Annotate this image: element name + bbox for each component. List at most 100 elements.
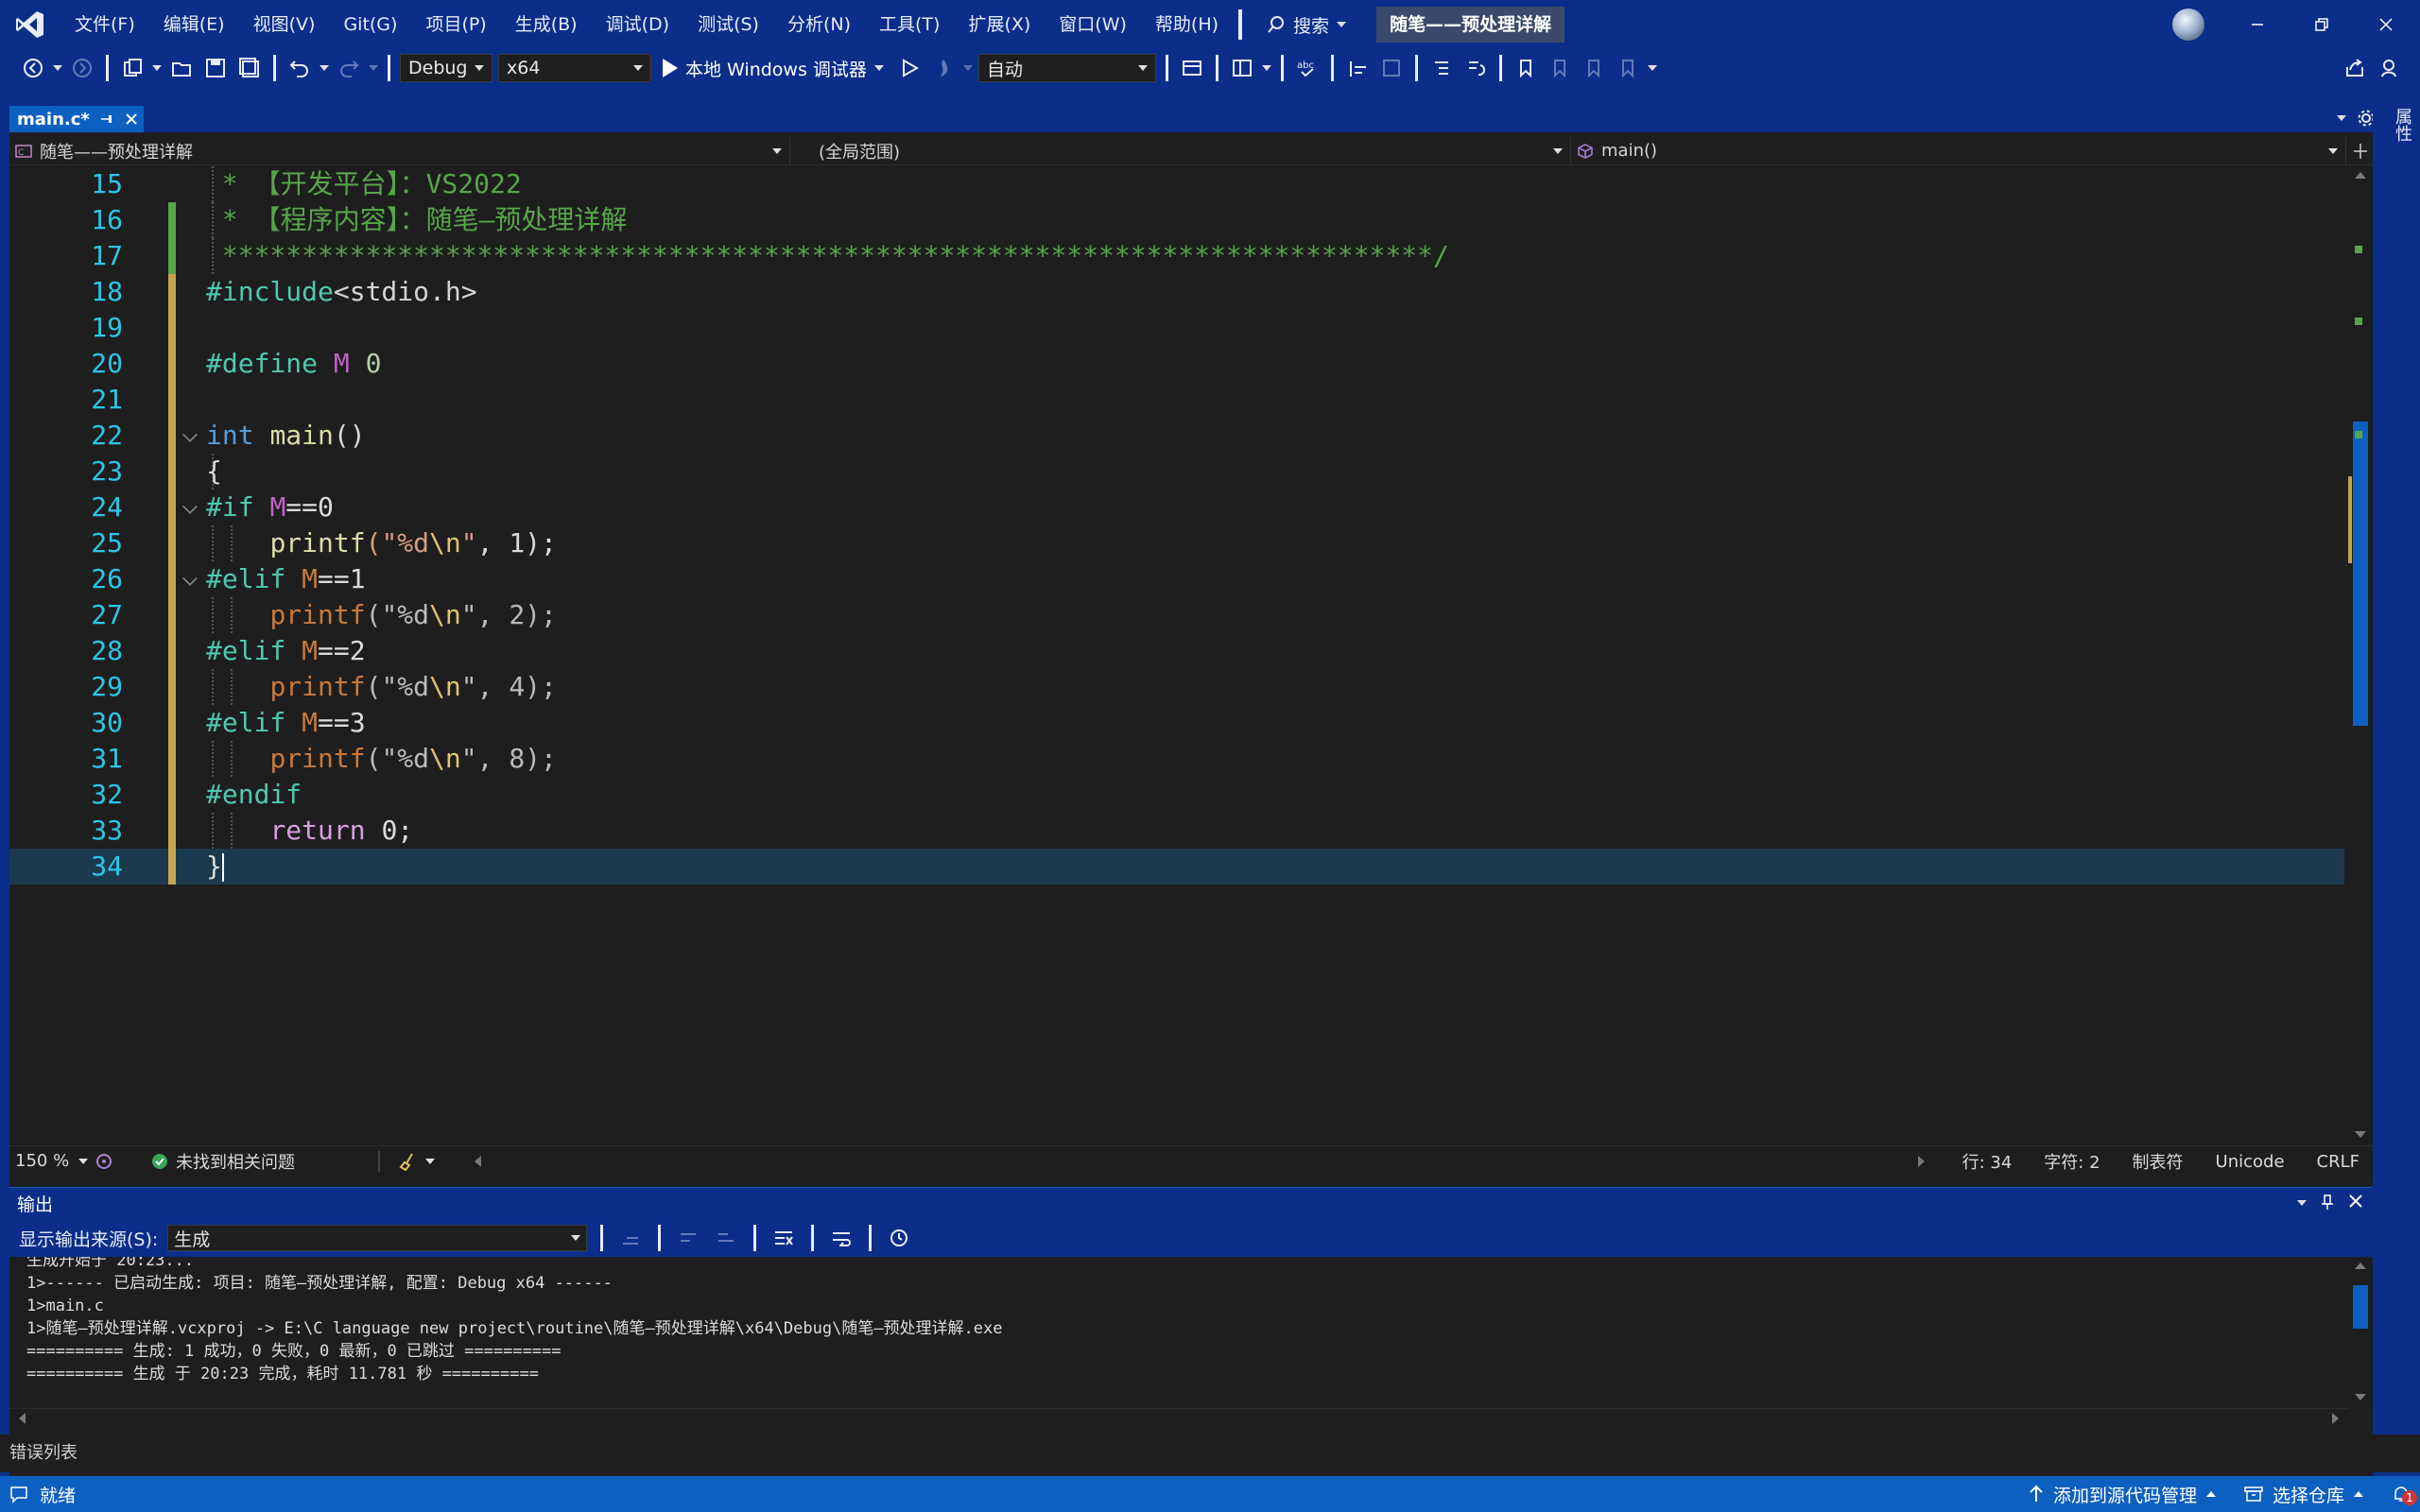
scroll-right-arrow-icon[interactable] [2331, 1412, 2341, 1425]
select-repository-button[interactable]: 选择仓库 [2244, 1482, 2363, 1507]
feedback-button[interactable] [2377, 54, 2405, 82]
scroll-left-arrow-icon[interactable] [17, 1412, 26, 1425]
scroll-down-arrow-icon[interactable] [2354, 1393, 2367, 1402]
split-window-icon[interactable] [2352, 143, 2369, 160]
solution-explorer-button[interactable] [1178, 54, 1206, 82]
menu-item[interactable]: 工具(T) [865, 0, 954, 49]
navigate-forward-button[interactable] [68, 54, 96, 82]
menu-item[interactable]: 帮助(H) [1141, 0, 1233, 49]
add-to-source-control-button[interactable]: 添加到源代码管理 [2029, 1482, 2216, 1507]
layout-button[interactable] [1228, 54, 1256, 82]
spell-check-button[interactable]: abc [1293, 54, 1322, 82]
minimize-button[interactable] [2225, 0, 2290, 49]
chevron-down-icon[interactable] [962, 65, 973, 71]
clear-all-button[interactable] [769, 1224, 798, 1252]
clear-bookmarks-button[interactable] [1614, 54, 1642, 82]
zoom-dropdown[interactable]: 150 % [9, 1151, 95, 1171]
redo-button[interactable] [335, 54, 363, 82]
chevron-down-icon[interactable] [320, 65, 329, 71]
share-button[interactable] [2341, 54, 2369, 82]
notifications-button[interactable]: 1 [2392, 1485, 2417, 1505]
next-message-button[interactable] [712, 1224, 740, 1252]
save-button[interactable] [201, 54, 230, 82]
editor-vertical-scrollbar[interactable] [2348, 166, 2373, 1145]
menu-item[interactable]: 调试(D) [592, 0, 683, 49]
chevron-down-icon[interactable] [1261, 65, 1271, 71]
next-bookmark-button[interactable] [1580, 54, 1608, 82]
tabs-indicator[interactable]: 制表符 [2133, 1149, 2184, 1174]
pin-icon[interactable] [2320, 1194, 2335, 1211]
timestamp-button[interactable] [885, 1224, 913, 1252]
scroll-right-arrow-icon[interactable] [1917, 1155, 1927, 1168]
split-button[interactable] [1377, 54, 1406, 82]
collapse-icon[interactable] [182, 571, 198, 586]
scroll-left-arrow-icon[interactable] [473, 1155, 482, 1168]
auto-dropdown[interactable]: 自动 [977, 54, 1156, 82]
column-indicator[interactable]: 字符: 2 [2044, 1149, 2100, 1174]
scope-dropdown[interactable]: (全局范围) [790, 136, 1571, 165]
scroll-up-arrow-icon[interactable] [2354, 170, 2367, 180]
bookmark-button[interactable] [1512, 54, 1540, 82]
menu-item[interactable]: 项目(P) [411, 0, 500, 49]
previous-bookmark-button[interactable] [1546, 54, 1574, 82]
message-icon[interactable] [9, 1485, 28, 1503]
close-icon[interactable] [2348, 1194, 2363, 1209]
search-box[interactable]: 搜索 [1252, 12, 1361, 38]
line-indicator[interactable]: 行: 34 [1962, 1149, 2013, 1174]
properties-rail-tab[interactable]: 属性 [2390, 108, 2414, 142]
collapse-icon[interactable] [182, 427, 198, 442]
avatar[interactable] [2172, 9, 2204, 41]
menu-item[interactable]: Git(G) [329, 0, 411, 49]
scroll-down-arrow-icon[interactable] [2354, 1130, 2367, 1140]
visual-studio-logo-icon[interactable] [0, 0, 60, 49]
eol-indicator[interactable]: CRLF [2317, 1152, 2360, 1172]
output-source-dropdown[interactable]: 生成 [167, 1225, 588, 1251]
code-cleanup-brush-icon[interactable] [399, 1152, 420, 1171]
menu-item[interactable]: 视图(V) [239, 0, 330, 49]
scroll-thumb[interactable] [2353, 1285, 2368, 1329]
code-editor[interactable]: 15 * 【开发平台】：VS2022 16 * 【程序内容】：随笔—预处理详解 … [9, 166, 2373, 1145]
navigate-back-button[interactable] [19, 54, 47, 82]
menu-item[interactable]: 生成(B) [501, 0, 592, 49]
open-file-button[interactable] [167, 54, 196, 82]
menu-item[interactable]: 文件(F) [60, 0, 149, 49]
output-text-area[interactable]: 生成开始于 20:23... 1>------ 已启动生成: 项目: 随笔—预处… [9, 1257, 2348, 1408]
close-tab-icon[interactable] [124, 112, 139, 127]
menu-item[interactable]: 窗口(W) [1045, 0, 1141, 49]
tab-main-c[interactable]: main.c* [9, 106, 144, 132]
toolbar-overflow-icon[interactable] [1647, 65, 1657, 71]
chevron-down-icon[interactable] [369, 65, 378, 71]
chevron-down-icon[interactable] [425, 1158, 435, 1164]
project-dropdown[interactable]: C 随笔——预处理详解 [9, 136, 790, 165]
restore-button[interactable] [2290, 0, 2354, 49]
save-all-button[interactable] [235, 54, 264, 82]
output-horizontal-scrollbar[interactable] [9, 1408, 2348, 1427]
close-window-button[interactable] [2354, 0, 2418, 49]
menu-item[interactable]: 分析(N) [773, 0, 865, 49]
scroll-thumb[interactable] [2353, 421, 2368, 726]
encoding-indicator[interactable]: Unicode [2216, 1152, 2285, 1172]
configuration-dropdown[interactable]: Debug [400, 54, 493, 82]
new-project-button[interactable] [118, 54, 147, 82]
start-debugging-button[interactable]: 本地 Windows 调试器 [657, 56, 890, 81]
format-document-button[interactable] [1343, 54, 1372, 82]
platform-dropdown[interactable]: x64 [498, 54, 651, 82]
menu-item[interactable]: 扩展(X) [954, 0, 1045, 49]
pin-icon[interactable] [99, 112, 114, 127]
scroll-up-arrow-icon[interactable] [2354, 1261, 2367, 1270]
window-position-icon[interactable] [2297, 1200, 2307, 1206]
find-message-button[interactable] [616, 1224, 645, 1252]
undo-button[interactable] [285, 54, 314, 82]
menu-item[interactable]: 编辑(E) [149, 0, 239, 49]
hot-reload-button[interactable] [929, 54, 958, 82]
member-dropdown[interactable]: main() [1571, 136, 2346, 165]
uncomment-button[interactable] [1461, 54, 1490, 82]
tab-error-list[interactable]: 错误列表 [0, 1435, 2420, 1472]
chevron-down-icon[interactable] [152, 65, 162, 71]
word-wrap-button[interactable] [827, 1224, 856, 1252]
output-vertical-scrollbar[interactable] [2348, 1257, 2373, 1408]
collapse-icon[interactable] [182, 499, 198, 514]
comment-button[interactable] [1427, 54, 1456, 82]
copilot-icon[interactable] [95, 1152, 113, 1171]
tab-list-dropdown-icon[interactable] [2337, 115, 2346, 121]
